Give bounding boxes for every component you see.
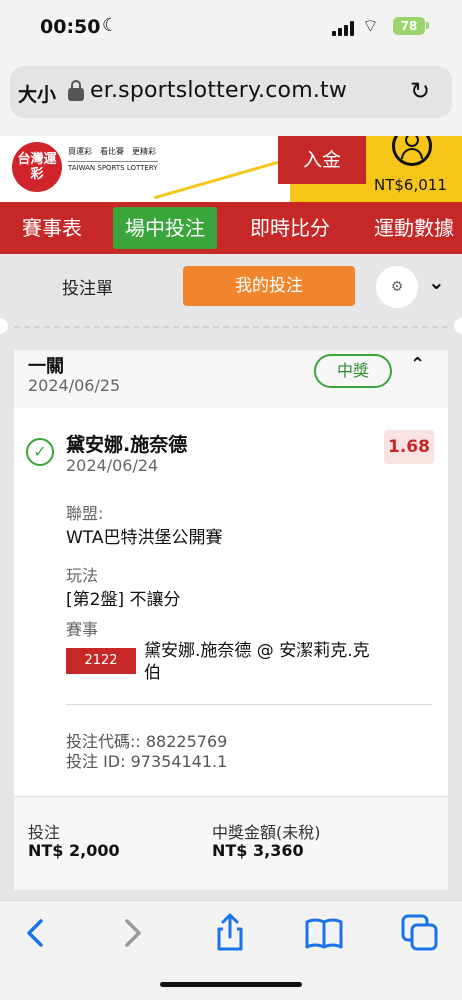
status-bar: 00:50 ☾ ⌔ 78 — [0, 0, 462, 56]
tab-my-bets[interactable]: 我的投注 — [183, 266, 355, 306]
event-name: 黛安娜.施奈德 @ 安潔莉克.克伯 — [144, 641, 370, 683]
event-label: 賽事 — [66, 620, 99, 639]
nav-item-schedule[interactable]: 賽事表 — [22, 202, 82, 254]
text-size-button[interactable]: 大小 — [18, 80, 56, 107]
league-label: 聯盟: — [66, 504, 104, 523]
lock-icon — [68, 80, 84, 102]
deposit-button[interactable]: 入金 — [278, 136, 366, 184]
main-nav: 賽事表 場中投注 即時比分 運動數據 — [0, 202, 462, 254]
home-indicator — [160, 982, 302, 987]
checkmark-icon: ✓ — [26, 438, 54, 466]
bet-date: 2024/06/25 — [28, 376, 121, 395]
moon-icon: ☾ — [102, 15, 119, 36]
betslip-panel: 投注單 我的投注 ⚙ ⌄ 一關 2024/06/25 中獎 ⌃ ✓ 黛安娜.施奈… — [0, 254, 462, 900]
reload-icon[interactable]: ↻ — [410, 77, 430, 105]
url-text[interactable]: er.sportslottery.com.tw — [90, 78, 347, 103]
account-balance: NT$6,011 — [374, 176, 447, 194]
logo-tagline: 買運彩 看比賽 更精彩 — [68, 147, 156, 156]
nav-item-sports-data[interactable]: 運動數據 — [374, 202, 454, 254]
back-icon[interactable] — [14, 911, 58, 955]
site-header: 台灣運彩 買運彩 看比賽 更精彩 TAIWAN SPORTS LOTTERY 入… — [0, 136, 462, 202]
tabs-icon[interactable] — [398, 911, 442, 955]
stake-value: NT$ 2,000 — [28, 841, 120, 860]
league-value: WTA巴特洪堡公開賽 — [66, 528, 223, 548]
bookmarks-icon[interactable] — [302, 911, 346, 955]
site-logo[interactable]: 台灣運彩 — [12, 142, 62, 192]
market-label: 玩法 — [66, 566, 99, 585]
gear-icon[interactable]: ⚙ — [376, 266, 418, 308]
bet-card-header[interactable]: 一關 2024/06/25 中獎 ⌃ — [14, 350, 448, 408]
bet-id: 投注 ID: 97354141.1 — [66, 752, 228, 771]
status-badge: 中獎 — [314, 354, 392, 388]
bet-card-footer: 投注 NT$ 2,000 中獎金額(未稅) NT$ 3,360 — [14, 796, 448, 890]
divider — [66, 704, 432, 705]
wifi-icon: ⌔ — [362, 16, 379, 37]
divider — [14, 326, 448, 328]
forward-icon[interactable] — [110, 911, 154, 955]
chevron-down-icon[interactable]: ⌄ — [428, 270, 445, 294]
signal-icon — [332, 20, 358, 36]
selection-date: 2024/06/24 — [66, 456, 159, 475]
odds-badge: 1.68 — [384, 430, 434, 464]
battery-icon: 78 — [393, 17, 425, 35]
nav-item-live-scores[interactable]: 即時比分 — [250, 202, 330, 254]
tab-betslip[interactable]: 投注單 — [62, 274, 113, 299]
share-icon[interactable] — [208, 911, 252, 955]
payout-value: NT$ 3,360 — [212, 841, 304, 860]
browser-url-area: 大小 er.sportslottery.com.tw ↻ — [0, 56, 462, 136]
chevron-up-icon[interactable]: ⌃ — [410, 354, 425, 375]
selection-name: 黛安娜.施奈德 — [66, 434, 188, 456]
bet-card: 一關 2024/06/25 中獎 ⌃ ✓ 黛安娜.施奈德 2024/06/24 … — [14, 350, 448, 890]
market-value: [第2盤] 不讓分 — [66, 590, 181, 610]
url-bar[interactable]: 大小 er.sportslottery.com.tw ↻ — [10, 66, 452, 118]
account-icon[interactable] — [388, 136, 434, 170]
status-time: 00:50 — [40, 16, 101, 38]
nav-item-live-betting[interactable]: 場中投注 — [113, 207, 217, 249]
payout-label: 中獎金額(未稅) — [212, 823, 321, 842]
stake-label: 投注 — [28, 823, 61, 842]
logo-subtitle: TAIWAN SPORTS LOTTERY — [68, 161, 158, 172]
bet-type: 一關 — [28, 356, 64, 377]
event-id-badge: 2122 — [66, 648, 136, 674]
betslip-tabs: 投注單 我的投注 ⚙ ⌄ — [0, 254, 462, 318]
